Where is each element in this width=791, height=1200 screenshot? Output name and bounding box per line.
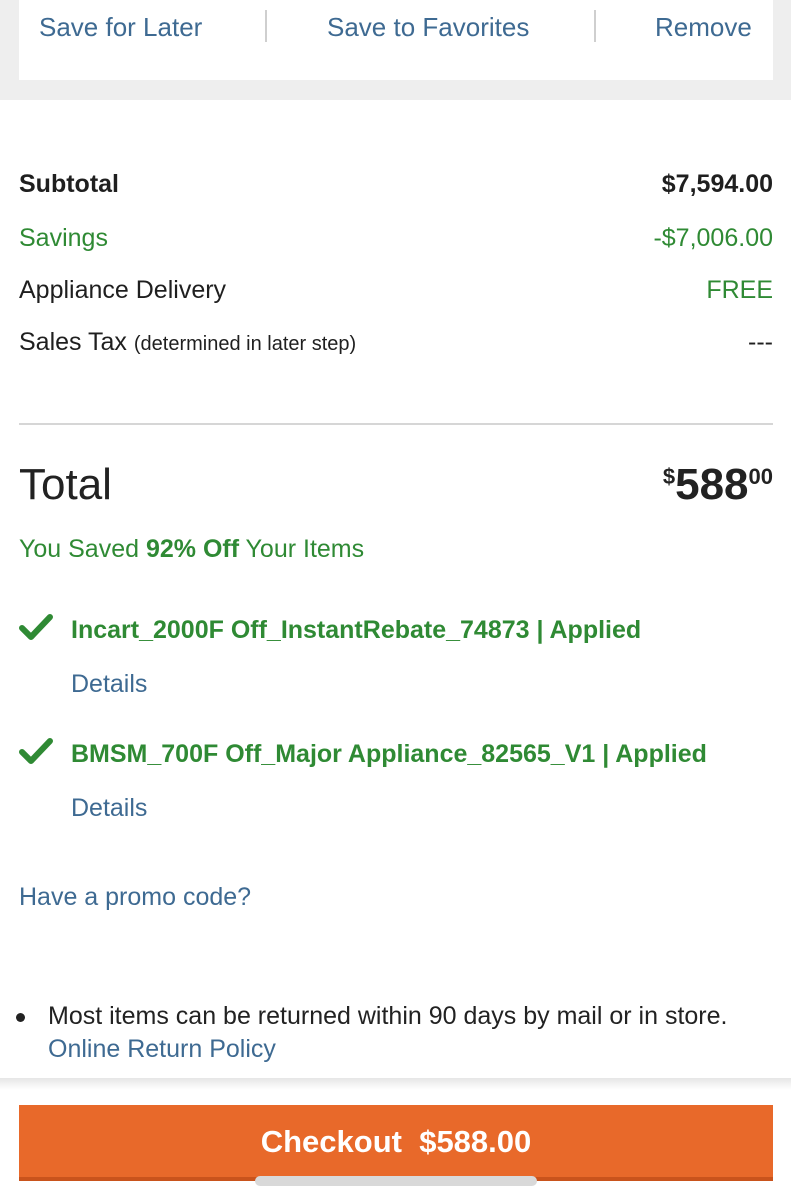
savings-value: -$7,006.00 [653,224,773,252]
check-icon [19,613,53,643]
delivery-value: FREE [706,276,773,304]
you-saved-percent: 92% Off [145,535,240,563]
applied-promo-2: BMSM_700F Off_Major Appliance_82565_V1 |… [19,737,779,827]
sales-tax-label: Sales Tax [19,328,127,356]
you-saved-prefix: You Saved [19,535,146,563]
total-label: Total [19,460,112,509]
return-policy-note: Most items can be returned within 90 day… [48,1000,748,1066]
delivery-label: Appliance Delivery [19,276,227,304]
total-amount: 588 [675,460,749,509]
remove-link[interactable]: Remove [655,10,752,44]
home-indicator [255,1176,537,1186]
bullet-icon [16,1013,25,1022]
promo-1-text: Incart_2000F Off_InstantRebate_74873 | A… [71,616,642,644]
total-price: $58800 [663,458,773,514]
summary-divider [19,423,773,425]
applied-promo-1: Incart_2000F Off_InstantRebate_74873 | A… [19,613,779,703]
total-currency: $ [662,464,676,489]
promo-2-details-link[interactable]: Details [71,791,147,825]
total-cents: 00 [748,464,773,489]
sales-tax-label-group: Sales Tax (determined in later step) [19,325,356,361]
subtotal-label: Subtotal [19,170,119,198]
promo-1-details-link[interactable]: Details [71,667,147,701]
savings-label: Savings [19,224,108,252]
sales-tax-note: (determined in later step) [133,333,357,355]
online-return-policy-link[interactable]: Online Return Policy [48,1035,276,1063]
item-actions-card: Save for Later Save to Favorites Remove [19,0,773,80]
save-for-later-link[interactable]: Save for Later [39,10,202,44]
return-policy-text: Most items can be returned within 90 day… [48,1002,728,1030]
action-divider [594,10,596,42]
checkout-button[interactable]: Checkout $588.00 [19,1105,773,1181]
cart-summary-page: Save for Later Save to Favorites Remove … [0,0,791,1200]
sales-tax-value: --- [748,328,773,356]
save-to-favorites-link[interactable]: Save to Favorites [327,10,529,44]
subtotal-value: $7,594.00 [661,170,773,198]
check-icon [19,737,53,767]
action-divider [265,10,267,42]
promo-code-link[interactable]: Have a promo code? [19,880,251,914]
checkout-bar-shadow [0,1078,791,1090]
you-saved-suffix: Your Items [239,535,365,563]
promo-2-text: BMSM_700F Off_Major Appliance_82565_V1 |… [71,740,707,768]
you-saved-message: You Saved 92% Off Your Items [19,532,364,566]
